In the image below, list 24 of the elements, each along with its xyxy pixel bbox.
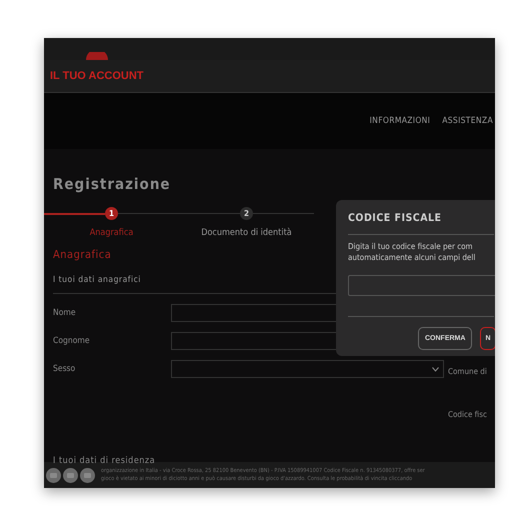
section-title: I tuoi dati di residenza xyxy=(53,456,156,466)
field-label: Nome xyxy=(53,308,77,318)
chevron-down-icon xyxy=(432,366,439,372)
field-label: Sesso xyxy=(53,364,76,374)
logo-icon xyxy=(84,52,110,60)
nav-link[interactable]: INFORMAZIONI xyxy=(370,116,430,126)
step-number[interactable]: 1 xyxy=(105,207,118,220)
modal-text: Digita il tuo codice fiscale per com automaticamente alcuni campi dell xyxy=(348,241,476,263)
modal-title: CODICE FISCALE xyxy=(348,212,494,235)
section-title: Anagrafica xyxy=(53,248,112,261)
input-field[interactable] xyxy=(348,275,495,296)
badge-icon xyxy=(46,468,61,482)
field-label: Codice fisc xyxy=(448,410,487,419)
step-number[interactable]: 2 xyxy=(240,207,253,220)
field-label: Comune di xyxy=(448,367,487,376)
page-title: Registrazione xyxy=(53,175,172,193)
group-title: I tuoi dati anagrafici xyxy=(53,275,142,285)
select-field[interactable] xyxy=(171,360,444,378)
account-title: IL TUO ACCOUNT xyxy=(50,70,144,82)
step-label[interactable]: Documento di identità xyxy=(201,228,292,238)
badge-icon xyxy=(63,468,78,482)
badge-icon xyxy=(80,468,95,482)
nav-link[interactable]: ASSISTENZA xyxy=(442,116,493,126)
field-label: Cognome xyxy=(53,336,91,346)
